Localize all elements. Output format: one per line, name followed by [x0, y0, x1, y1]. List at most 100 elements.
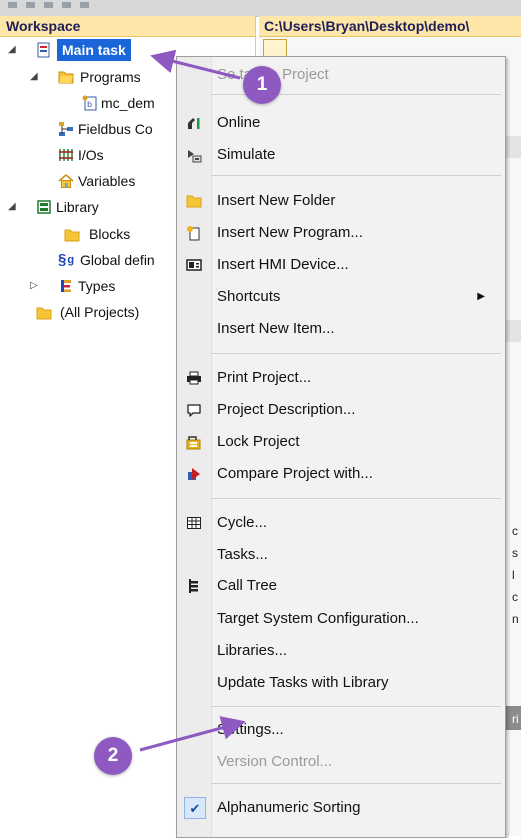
menu-item-target-system-configuration[interactable]: Target System Configuration...: [177, 605, 505, 632]
cycle-icon: [185, 514, 203, 532]
compare-icon: [185, 465, 203, 483]
path-text: C:\Users\Bryan\Desktop\demo\: [264, 18, 470, 34]
tree-label-all-projects: (All Projects): [60, 304, 140, 320]
tree-label-mc-demo: mc_dem: [101, 95, 155, 111]
menu-item-project-description[interactable]: Project Description...: [177, 396, 505, 423]
menu-separator: [211, 706, 501, 707]
menu-label: Cycle...: [217, 514, 268, 531]
menu-label: Online: [217, 114, 261, 131]
comment-icon: [185, 401, 203, 419]
tree-label-programs: Programs: [80, 69, 141, 85]
menu-item-update-tasks-with-library[interactable]: Update Tasks with Library: [177, 669, 505, 696]
print-icon: [185, 369, 203, 387]
menu-item-insert-new-program[interactable]: Insert New Program...: [177, 219, 505, 246]
folder-icon: [58, 69, 74, 85]
menu-label: Insert New Item...: [217, 320, 335, 337]
menu-separator: [211, 175, 501, 176]
menu-item-compare-project[interactable]: Compare Project with...: [177, 460, 505, 487]
editor-fragment: n: [512, 612, 519, 626]
toolbar-button[interactable]: [62, 2, 71, 8]
menu-item-libraries[interactable]: Libraries...: [177, 637, 505, 664]
menu-separator: [211, 498, 501, 499]
tree-label-fieldbus: Fieldbus Co: [78, 121, 153, 137]
lock-icon: [185, 433, 203, 451]
menu-item-insert-new-item[interactable]: Insert New Item...: [177, 315, 505, 342]
menu-label: Lock Project: [217, 433, 300, 450]
collapse-arrow-icon[interactable]: ◢: [30, 66, 38, 88]
simulate-icon: [185, 146, 203, 164]
types-icon: [58, 278, 74, 294]
menu-item-tasks[interactable]: Tasks...: [177, 541, 505, 568]
menu-label: Simulate: [217, 146, 276, 163]
menu-item-lock-project[interactable]: Lock Project: [177, 428, 505, 455]
editor-fragment: c: [512, 524, 518, 538]
tree-item-variables[interactable]: Variables: [0, 170, 180, 192]
menu-separator: [211, 783, 501, 784]
context-menu: Se tartup Project Online Simulate Insert…: [176, 56, 506, 838]
tree-item-programs[interactable]: ◢ Programs: [0, 66, 180, 88]
menu-label: Update Tasks with Library: [217, 674, 389, 691]
section-sign-icon: § g: [57, 251, 75, 268]
hmi-icon: [185, 256, 203, 274]
tree-label-variables: Variables: [78, 173, 136, 189]
tree-label-library: Library: [56, 199, 99, 215]
folder-icon: [185, 192, 203, 210]
menu-item-shortcuts[interactable]: Shortcuts ▶: [177, 283, 505, 310]
tree-item-types[interactable]: ▷ Types: [0, 275, 180, 297]
menu-item-version-control: Version Control...: [177, 748, 505, 775]
editor-fragment: c: [512, 590, 518, 604]
program-file-icon: b: [82, 95, 98, 111]
menu-separator: [211, 353, 501, 354]
menu-label: Version Control...: [217, 753, 333, 770]
tree-label-types: Types: [78, 278, 116, 294]
menu-item-online[interactable]: Online: [177, 109, 505, 136]
path-bar: C:\Users\Bryan\Desktop\demo\: [259, 16, 521, 37]
menu-item-call-tree[interactable]: Call Tree: [177, 572, 505, 599]
menu-label: Print Project...: [217, 369, 312, 386]
menu-label: Shortcuts: [217, 288, 281, 305]
tree-item-global-definitions[interactable]: § g Global defin: [0, 249, 180, 271]
menu-item-print-project[interactable]: Print Project...: [177, 364, 505, 391]
editor-fragment: l: [512, 568, 515, 582]
menu-item-insert-new-folder[interactable]: Insert New Folder: [177, 187, 505, 214]
tree-label-blocks: Blocks: [89, 226, 131, 242]
new-program-icon: [185, 224, 203, 242]
menu-label: Insert New Program...: [217, 224, 363, 241]
workspace-header: Workspace: [0, 16, 255, 37]
menu-item-set-startup-project[interactable]: Se tartup Project: [177, 61, 505, 88]
editor-fragment: ri: [512, 712, 519, 726]
toolbar-button[interactable]: [80, 2, 89, 8]
checkmark-icon: ✔: [184, 797, 206, 819]
menu-label: Insert New Folder: [217, 192, 336, 209]
toolbar-strip: [0, 0, 521, 17]
submenu-arrow-icon: ▶: [477, 291, 485, 302]
tree-item-all-projects[interactable]: (All Projects): [0, 301, 180, 323]
tree-item-ios[interactable]: I/Os: [0, 144, 180, 166]
callout-badge-2: 2: [94, 737, 132, 775]
expand-arrow-icon[interactable]: ▷: [30, 275, 38, 297]
collapse-arrow-icon[interactable]: ◢: [8, 196, 16, 218]
collapse-arrow-icon[interactable]: ◢: [8, 39, 16, 61]
menu-label: Project Description...: [217, 401, 356, 418]
menu-item-cycle[interactable]: Cycle...: [177, 509, 505, 536]
tree-item-library[interactable]: ◢ Library: [0, 196, 180, 218]
workspace-title: Workspace: [6, 18, 81, 34]
toolbar-button[interactable]: [26, 2, 35, 8]
editor-tab-button[interactable]: [263, 39, 287, 57]
tree-item-fieldbus[interactable]: Fieldbus Co: [0, 118, 180, 140]
fieldbus-icon: [58, 121, 74, 137]
tree-item-blocks[interactable]: Blocks: [0, 223, 180, 245]
menu-label: Compare Project with...: [217, 465, 373, 482]
editor-fragment: s: [512, 546, 518, 560]
menu-label: Settings...: [217, 721, 284, 738]
menu-item-settings[interactable]: Settings...: [177, 716, 505, 743]
menu-item-insert-hmi-device[interactable]: Insert HMI Device...: [177, 251, 505, 278]
tree-label-main-task: Main task: [57, 39, 131, 61]
tree-item-mc-demo[interactable]: b mc_dem: [0, 92, 180, 114]
toolbar-button[interactable]: [44, 2, 53, 8]
menu-item-simulate[interactable]: Simulate: [177, 141, 505, 168]
tree-label-ios: I/Os: [78, 147, 104, 163]
toolbar-button[interactable]: [8, 2, 17, 8]
callout-badge-1: 1: [243, 66, 281, 104]
menu-item-alphanumeric-sorting[interactable]: ✔ Alphanumeric Sorting: [177, 794, 505, 821]
